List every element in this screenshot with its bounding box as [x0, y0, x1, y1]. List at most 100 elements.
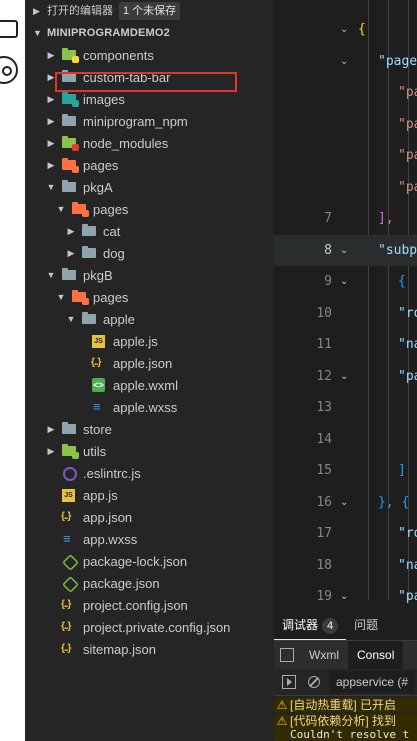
console-toolbar: appservice (# [274, 669, 417, 696]
panel-tab[interactable]: 问题 [346, 610, 386, 640]
folder-item[interactable]: ▼ pkgB [25, 264, 274, 286]
chevron-down-icon[interactable]: ▼ [45, 264, 57, 286]
fold-chevron-icon[interactable]: ⌄ [340, 581, 348, 610]
console-warning: ⚠ [自动热重载] 已开启 [274, 698, 417, 712]
code-line[interactable]: 17 "ro [274, 518, 417, 549]
line-number: 13 [316, 400, 332, 415]
code-token: "pa [398, 85, 417, 100]
chevron-down-icon: ▼ [33, 28, 42, 38]
file-item[interactable]: JS app.js [25, 484, 274, 506]
code-line[interactable]: "pa [274, 77, 417, 108]
file-item[interactable]: {..} sitemap.json [25, 638, 274, 660]
tree-item-label: sitemap.json [83, 641, 156, 657]
code-line[interactable]: 19 ⌄ "pa [274, 581, 417, 610]
folder-item[interactable]: ▶ dog [25, 242, 274, 264]
folder-icon [61, 179, 77, 195]
project-header[interactable]: ▼ MINIPROGRAMDEMO2 [25, 22, 274, 44]
target-icon [0, 56, 18, 84]
clear-console-icon[interactable] [308, 676, 320, 688]
fold-chevron-icon[interactable]: ⌄ [340, 14, 348, 45]
file-item[interactable]: <> apple.wxml [25, 374, 274, 396]
code-line[interactable]: 10 "ro [274, 298, 417, 329]
chevron-right-icon[interactable]: ▶ [45, 132, 57, 154]
code-editor[interactable]: ⌄{⌄"page"pa"pa"pa"pa7],8⌄"subp9⌄{10"ro11… [274, 0, 417, 610]
file-item[interactable]: {..} apple.json [25, 352, 274, 374]
code-line[interactable]: "pa [274, 172, 417, 203]
chevron-down-icon[interactable]: ▼ [65, 308, 77, 330]
folder-icon [81, 223, 97, 239]
file-item[interactable]: package-lock.json [25, 550, 274, 572]
sidebar-toggle-icon[interactable] [282, 675, 296, 689]
fold-chevron-icon[interactable]: ⌄ [340, 266, 348, 297]
open-editors-header[interactable]: ▶ 打开的编辑器 1 个未保存 [25, 0, 274, 22]
code-line[interactable]: 7], [274, 203, 417, 234]
code-line[interactable]: ⌄ "page [274, 46, 417, 77]
code-line[interactable]: 8 ⌄ "subp [274, 234, 417, 266]
chevron-down-icon[interactable]: ▼ [45, 176, 57, 198]
devtools-tab[interactable]: Consol [348, 641, 404, 669]
folder-item[interactable]: ▶ miniprogram_npm [25, 110, 274, 132]
code-line[interactable]: 18 "na [274, 550, 417, 581]
code-line[interactable]: 11 "na [274, 329, 417, 360]
chevron-right-icon[interactable]: ▶ [65, 242, 77, 264]
fold-chevron-icon[interactable]: ⌄ [340, 46, 348, 77]
fold-chevron-icon[interactable]: ⌄ [340, 235, 348, 266]
code-line[interactable]: 12 ⌄ "pa [274, 361, 417, 392]
chevron-right-icon[interactable]: ▶ [45, 440, 57, 462]
file-item[interactable]: {..} project.config.json [25, 594, 274, 616]
file-item[interactable]: {..} app.json [25, 506, 274, 528]
file-item[interactable]: {..} project.private.config.json [25, 616, 274, 638]
folder-item[interactable]: ▼ pages [25, 198, 274, 220]
code-line[interactable]: "pa [274, 109, 417, 140]
folder-item[interactable]: ▶ node_modules [25, 132, 274, 154]
unsaved-badge: 1 个未保存 [119, 2, 181, 20]
folder-item[interactable]: ▶ store [25, 418, 274, 440]
code-line[interactable]: "pa [274, 140, 417, 171]
fold-chevron-icon[interactable]: ⌄ [340, 361, 348, 392]
file-item[interactable]: ≡ apple.wxss [25, 396, 274, 418]
chevron-right-icon[interactable]: ▶ [45, 154, 57, 176]
tree-item-label: apple.js [113, 333, 158, 349]
chevron-down-icon[interactable]: ▼ [55, 286, 67, 308]
folder-icon [61, 157, 79, 173]
tree-item-label: store [83, 421, 112, 437]
folder-item[interactable]: ▶ components [25, 44, 274, 66]
file-tree: ▶ components ▶ custom-tab-bar ▶ images ▶ minipr… [25, 44, 274, 660]
folder-item[interactable]: ▶ cat [25, 220, 274, 242]
code-line[interactable]: 16 ⌄}, { [274, 487, 417, 518]
json-file-icon: {..} [61, 621, 71, 632]
code-line[interactable]: 13" [274, 392, 417, 423]
css-file-icon: ≡ [63, 531, 71, 546]
chevron-down-icon[interactable]: ▼ [55, 198, 67, 220]
folder-item[interactable]: ▶ utils [25, 440, 274, 462]
inspect-icon[interactable] [280, 648, 294, 662]
file-item[interactable]: JS apple.js [25, 330, 274, 352]
code-line[interactable]: 14" [274, 424, 417, 455]
folder-item[interactable]: ▶ pages [25, 154, 274, 176]
chevron-right-icon[interactable]: ▶ [65, 220, 77, 242]
tree-item-label: apple [103, 311, 135, 327]
folder-item[interactable]: ▼ pages [25, 286, 274, 308]
code-line[interactable]: 15] [274, 455, 417, 486]
panel-tab[interactable]: 调试器 4 [274, 610, 347, 640]
js-file-icon: JS [61, 487, 77, 503]
file-item[interactable]: .eslintrc.js [25, 462, 274, 484]
tree-item-label: project.config.json [83, 597, 188, 613]
code-line[interactable]: 9 ⌄ { [274, 266, 417, 297]
devtools-tab[interactable]: Wxml [300, 641, 348, 669]
chevron-right-icon[interactable]: ▶ [45, 44, 57, 66]
fold-chevron-icon[interactable]: ⌄ [340, 487, 348, 518]
folder-icon [61, 47, 79, 63]
console-warning: ⚠ [代码依赖分析] 找到 Couldn't resolve t [274, 714, 417, 741]
file-item[interactable]: ≡ app.wxss [25, 528, 274, 550]
folder-item[interactable]: ▼ pkgA [25, 176, 274, 198]
code-line[interactable]: ⌄{ [274, 14, 417, 45]
chevron-right-icon[interactable]: ▶ [45, 418, 57, 440]
folder-item[interactable]: ▼ apple [25, 308, 274, 330]
file-item[interactable]: package.json [25, 572, 274, 594]
chevron-right-icon[interactable]: ▶ [45, 110, 57, 132]
context-selector[interactable]: appservice (# [330, 671, 415, 693]
code-text: "pa [398, 172, 417, 203]
code-text: "pa [398, 109, 417, 140]
count-badge: 4 [322, 618, 339, 634]
